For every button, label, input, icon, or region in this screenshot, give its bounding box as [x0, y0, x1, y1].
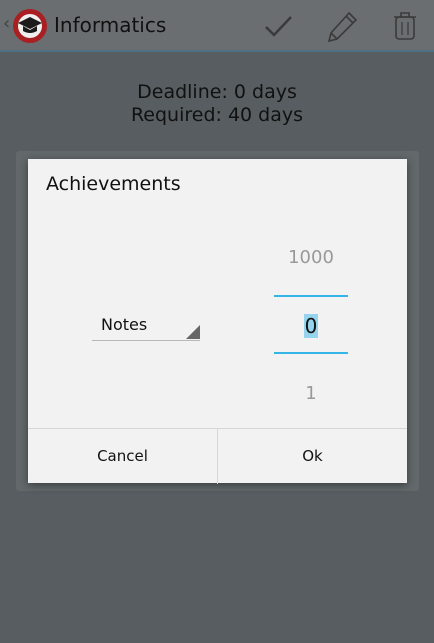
- picker-input[interactable]: 0: [274, 314, 348, 338]
- check-button[interactable]: [262, 10, 296, 42]
- dialog-button-bar: Cancel Ok: [28, 428, 407, 484]
- required-text: Required: 40 days: [130, 104, 304, 126]
- graduation-cap-icon[interactable]: [13, 9, 47, 43]
- picker-previous-value[interactable]: 1000: [274, 247, 348, 268]
- page-title: Informatics: [54, 13, 167, 37]
- picker-next-value[interactable]: 1: [274, 383, 348, 404]
- spinner-value: Notes: [101, 315, 148, 334]
- delete-button[interactable]: [389, 10, 423, 42]
- dropdown-corner-icon: [186, 325, 200, 339]
- ok-button[interactable]: Ok: [218, 429, 407, 484]
- achievements-dialog: Achievements Notes 1000 0 1 Cancel Ok: [28, 159, 407, 484]
- action-bar: ‹ Informatics: [0, 0, 434, 52]
- edit-button[interactable]: [325, 10, 359, 42]
- dialog-title: Achievements: [46, 173, 181, 195]
- check-icon: [265, 16, 292, 37]
- picker-current-value[interactable]: 0: [303, 314, 319, 338]
- up-chevron-icon[interactable]: ‹: [3, 13, 10, 34]
- picker-divider-top: [274, 295, 348, 297]
- trash-icon: [394, 12, 416, 40]
- pencil-icon: [327, 11, 358, 42]
- picker-divider-bottom: [274, 352, 348, 354]
- cancel-button[interactable]: Cancel: [28, 429, 217, 484]
- deadline-text: Deadline: 0 days: [137, 81, 297, 103]
- category-spinner[interactable]: Notes: [92, 313, 200, 341]
